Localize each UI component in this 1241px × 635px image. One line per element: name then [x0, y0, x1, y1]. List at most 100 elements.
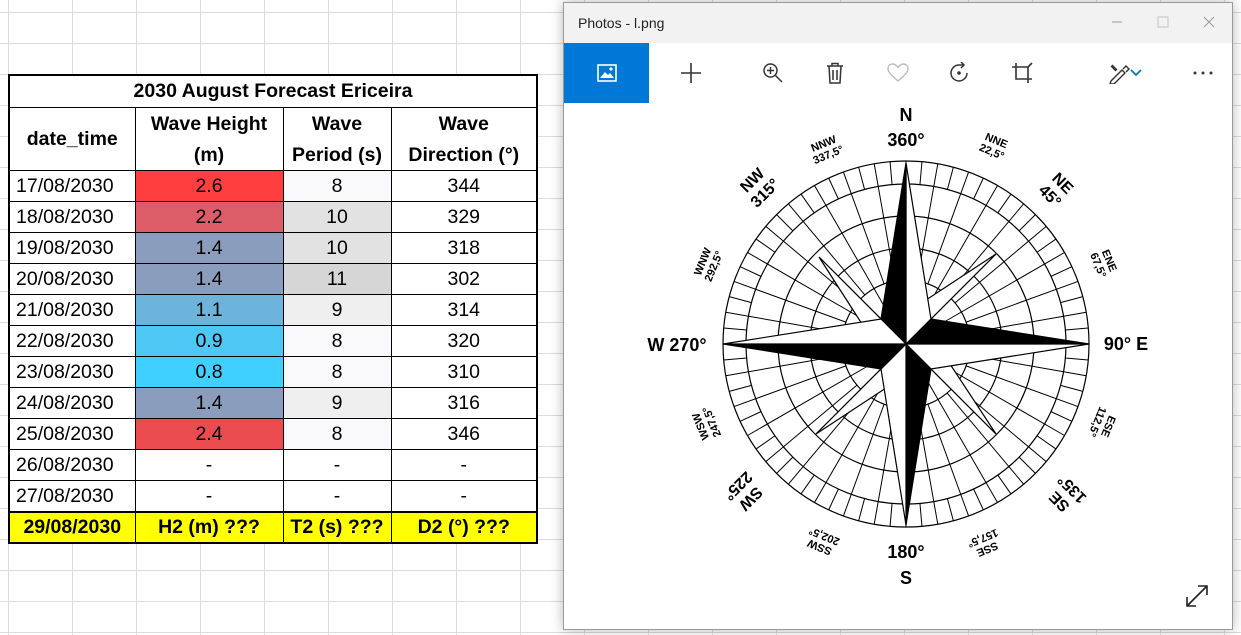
favorite-icon: [887, 63, 909, 82]
cell-wave-period[interactable]: 11: [282, 263, 392, 295]
cell-wave-period[interactable]: 9: [282, 387, 392, 419]
cell-wave-height[interactable]: -: [134, 480, 284, 513]
title-bar[interactable]: Photos - l.png: [564, 3, 1232, 43]
window-title: Photos - l.png: [578, 15, 665, 31]
maximize-icon: [1157, 16, 1169, 28]
cell-wave-height[interactable]: 1.1: [134, 294, 284, 326]
table-title[interactable]: 2030 August Forecast Ericeira: [8, 74, 538, 108]
compass-spoke: [946, 392, 1025, 485]
cell-wave-period[interactable]: 8: [282, 170, 392, 202]
minimize-button[interactable]: [1094, 3, 1140, 43]
header-period[interactable]: Wave: [282, 107, 392, 139]
compass-tick: [729, 296, 752, 304]
compass-tick: [858, 498, 866, 521]
cell-date[interactable]: 26/08/2030: [8, 449, 136, 481]
header-height-unit[interactable]: (m): [134, 139, 284, 171]
header-date[interactable]: date_time: [8, 107, 136, 171]
cell-wave-period[interactable]: -: [282, 449, 392, 481]
more-button[interactable]: [1179, 43, 1227, 103]
fullscreen-button[interactable]: [1184, 583, 1214, 613]
compass-tick: [739, 411, 762, 422]
delete-button[interactable]: [811, 43, 859, 103]
cell-wave-height[interactable]: 1.4: [134, 232, 284, 264]
compass-tick: [776, 214, 794, 232]
compass-tick: [828, 177, 839, 200]
cell-date[interactable]: 23/08/2030: [8, 356, 136, 388]
image-view-icon: [596, 64, 617, 82]
compass-tick: [828, 488, 839, 511]
cell-wave-direction[interactable]: -: [390, 449, 538, 481]
label-n-deg: 360°: [887, 130, 924, 150]
cell-wave-period[interactable]: 8: [282, 325, 392, 357]
cell-wave-period[interactable]: 10: [282, 232, 392, 264]
table-row: 17/08/2030 2.6 8 344: [8, 170, 538, 202]
cell-date[interactable]: 20/08/2030: [8, 263, 136, 295]
cell-date[interactable]: 18/08/2030: [8, 201, 136, 233]
minimize-icon: [1112, 21, 1122, 23]
favorite-button[interactable]: [874, 43, 922, 103]
zoom-button[interactable]: [749, 43, 797, 103]
cell-wave-height[interactable]: 1.4: [134, 263, 284, 295]
cell-wave-direction[interactable]: 302: [390, 263, 538, 295]
cell-date[interactable]: 17/08/2030: [8, 170, 136, 202]
cell-wave-height[interactable]: 2.6: [134, 170, 284, 202]
cell-wave-direction[interactable]: 344: [390, 170, 538, 202]
prediction-period[interactable]: T2 (s) ???: [282, 511, 392, 544]
cell-wave-height[interactable]: 2.4: [134, 418, 284, 450]
cell-wave-direction[interactable]: 314: [390, 294, 538, 326]
cell-wave-period[interactable]: 10: [282, 201, 392, 233]
rotate-button[interactable]: [935, 43, 983, 103]
compass-tick: [1060, 384, 1083, 392]
prediction-height[interactable]: H2 (m) ???: [134, 511, 284, 544]
cell-wave-direction[interactable]: 318: [390, 232, 538, 264]
cell-date[interactable]: 21/08/2030: [8, 294, 136, 326]
cell-wave-direction[interactable]: -: [390, 480, 538, 513]
cell-wave-direction[interactable]: 329: [390, 201, 538, 233]
compass-tick: [973, 177, 984, 200]
edit-dropdown-button[interactable]: [1124, 43, 1148, 103]
cell-date[interactable]: 22/08/2030: [8, 325, 136, 357]
view-image-button[interactable]: [564, 43, 649, 103]
cell-wave-height[interactable]: 0.9: [134, 325, 284, 357]
add-icon: [681, 63, 701, 83]
cell-wave-direction[interactable]: 316: [390, 387, 538, 419]
cell-wave-height[interactable]: -: [134, 449, 284, 481]
close-button[interactable]: [1186, 3, 1232, 43]
cell-wave-period[interactable]: -: [282, 480, 392, 513]
cell-wave-height[interactable]: 1.4: [134, 387, 284, 419]
cell-wave-period[interactable]: 8: [282, 418, 392, 450]
prediction-direction[interactable]: D2 (°) ???: [390, 511, 538, 544]
compass-tick: [919, 161, 923, 185]
cell-date[interactable]: 25/08/2030: [8, 418, 136, 450]
maximize-button[interactable]: [1140, 3, 1186, 43]
add-button[interactable]: [667, 43, 715, 103]
header-period-unit[interactable]: Period (s): [282, 139, 392, 171]
header-height[interactable]: Wave Height: [134, 107, 284, 139]
prediction-date[interactable]: 29/08/2030: [8, 511, 136, 544]
crop-button[interactable]: [998, 43, 1046, 103]
rotate-icon: [950, 62, 968, 82]
photos-toolbar: [564, 43, 1232, 103]
forecast-table: 2030 August Forecast Ericeira date_time …: [8, 74, 538, 544]
cell-date[interactable]: 24/08/2030: [8, 387, 136, 419]
table-row: 21/08/2030 1.1 9 314: [8, 294, 538, 326]
table-row: 24/08/2030 1.4 9 316: [8, 387, 538, 419]
label-w: W 270°: [647, 335, 706, 355]
compass-tick: [1050, 411, 1073, 422]
header-direction[interactable]: Wave: [390, 107, 538, 139]
label-s: S: [900, 568, 912, 588]
compass-tick: [1018, 456, 1036, 474]
cell-wave-direction[interactable]: 346: [390, 418, 538, 450]
cell-wave-height[interactable]: 2.2: [134, 201, 284, 233]
cell-date[interactable]: 19/08/2030: [8, 232, 136, 264]
cell-wave-direction[interactable]: 320: [390, 325, 538, 357]
header-direction-unit[interactable]: Direction (°): [390, 139, 538, 171]
cell-wave-direction[interactable]: 310: [390, 356, 538, 388]
cell-wave-period[interactable]: 8: [282, 356, 392, 388]
cell-date[interactable]: 27/08/2030: [8, 480, 136, 513]
image-canvas[interactable]: N 360° 180° S 90° E W 270° NW 315° NE 45…: [564, 103, 1232, 629]
cell-wave-period[interactable]: 9: [282, 294, 392, 326]
compass-spoke: [954, 225, 1047, 304]
table-row: 19/08/2030 1.4 10 318: [8, 232, 538, 264]
cell-wave-height[interactable]: 0.8: [134, 356, 284, 388]
